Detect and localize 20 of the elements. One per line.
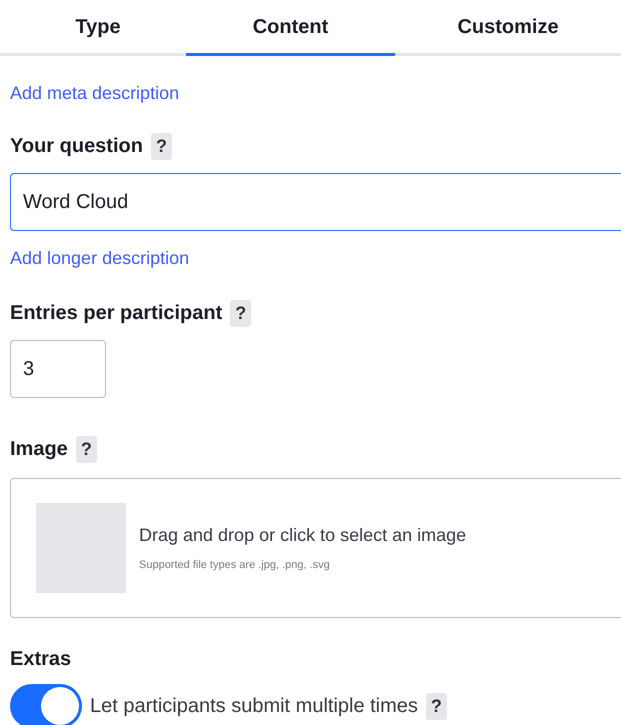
help-icon[interactable]: ? xyxy=(426,692,447,720)
extras-label: Extras xyxy=(10,647,72,672)
image-dropzone[interactable]: Drag and drop or click to select an image Supported file types are .jpg, .png, .svg xyxy=(10,478,621,618)
entries-label: Entries per participant xyxy=(10,301,222,326)
tab[interactable]: Type xyxy=(10,0,186,56)
file-type-hint: Supported file types are .jpg, .png, .svg xyxy=(139,558,331,574)
question-field[interactable]: Word Cloud xyxy=(10,173,621,231)
option-label: Let participants submit multiple times xyxy=(90,694,418,719)
meta-description-link[interactable]: Add meta description xyxy=(10,80,180,107)
drop-prompt: Drag and drop or click to select an image xyxy=(139,524,466,548)
help-icon[interactable]: ? xyxy=(76,436,97,462)
tab[interactable]: Content xyxy=(186,0,395,56)
toggle-switch[interactable] xyxy=(10,684,82,725)
help-icon[interactable]: ? xyxy=(230,300,252,326)
tab[interactable]: Customize xyxy=(395,0,621,56)
question-label: Your question xyxy=(10,134,143,159)
entries-field[interactable]: 3 xyxy=(10,340,106,398)
image-label: Image xyxy=(10,437,68,462)
longer-description-link[interactable]: Add longer description xyxy=(10,245,190,272)
help-icon[interactable]: ? xyxy=(150,132,172,160)
